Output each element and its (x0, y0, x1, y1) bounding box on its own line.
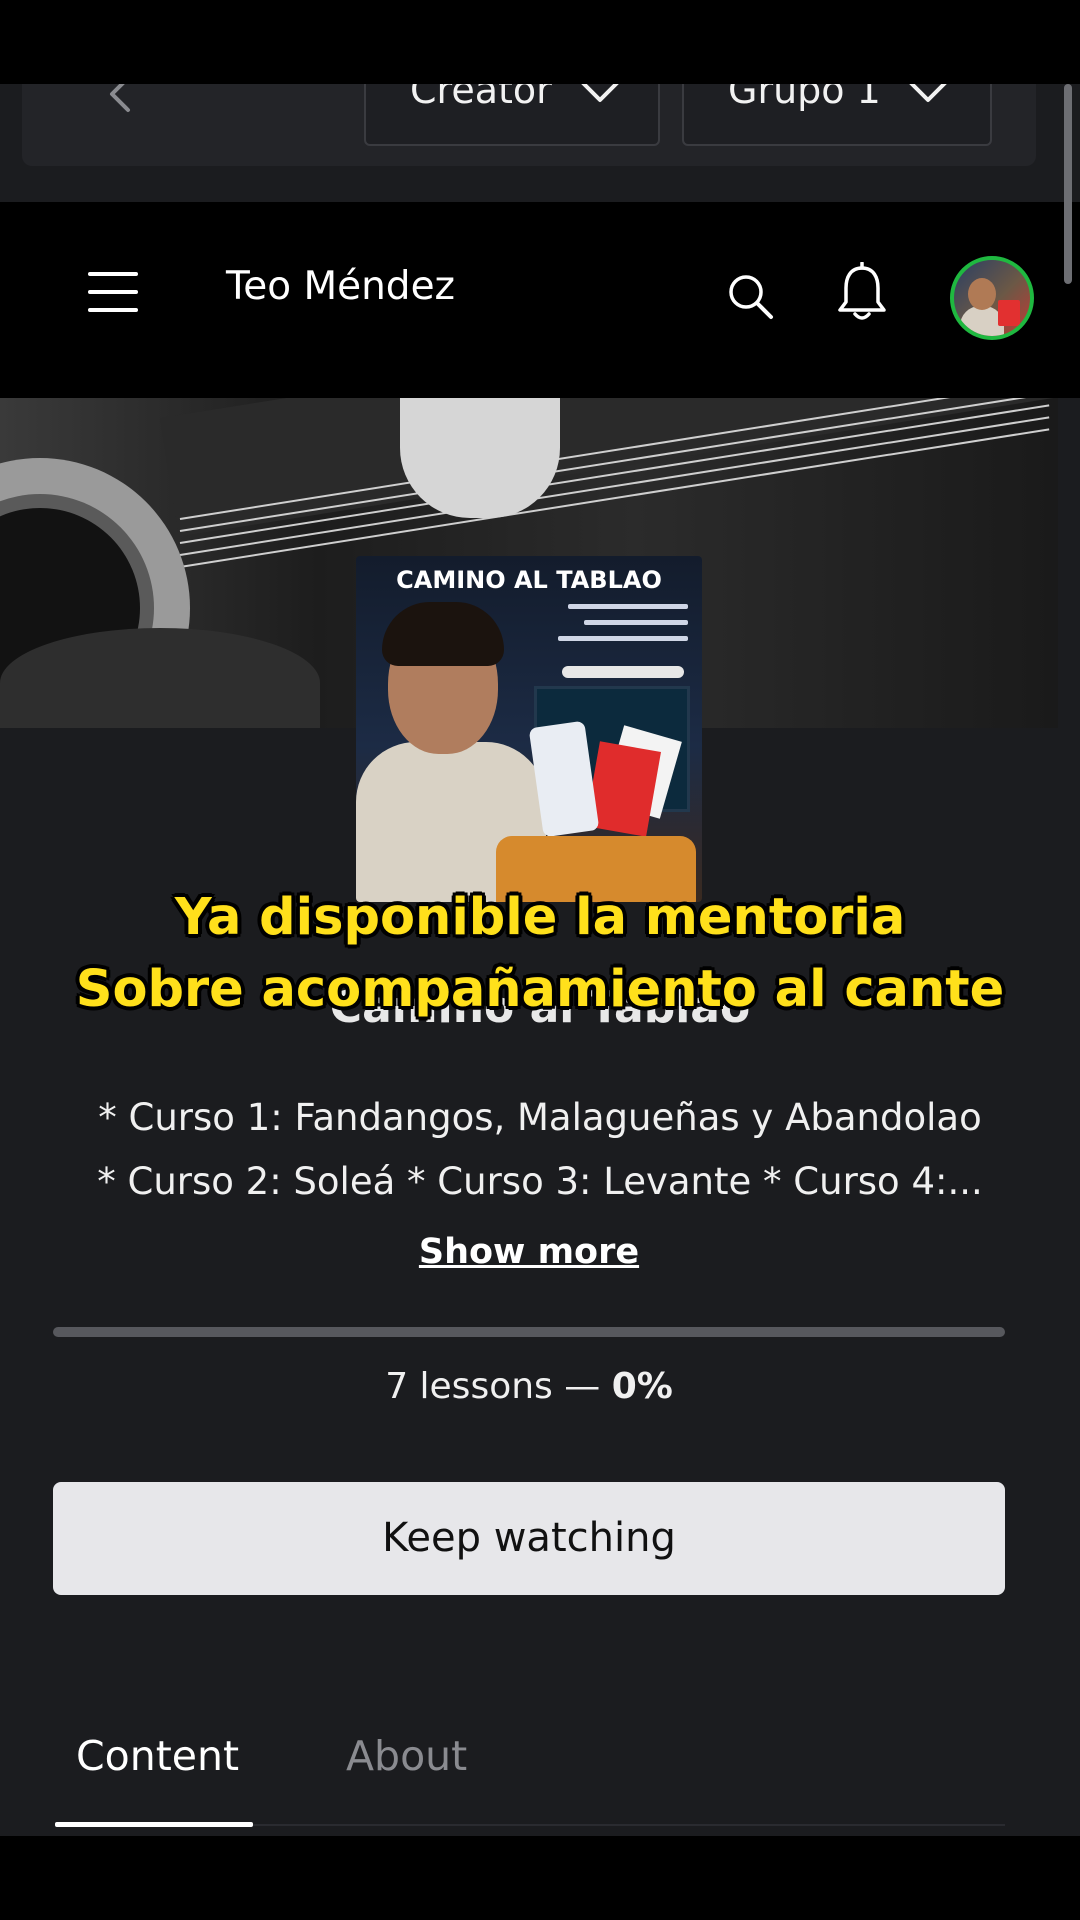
keep-watching-button[interactable]: Keep watching (53, 1482, 1005, 1595)
creator-name[interactable]: Teo Méndez (226, 264, 455, 309)
search-icon[interactable] (726, 272, 774, 320)
lessons-count: 7 lessons — (385, 1366, 612, 1407)
active-tab-indicator (55, 1822, 253, 1827)
tab-about[interactable]: About (346, 1732, 467, 1780)
tab-content[interactable]: Content (76, 1732, 239, 1780)
status-bar-area (0, 0, 1080, 84)
tab-divider (253, 1824, 1005, 1826)
course-description-line-2: * Curso 2: Soleá * Curso 3: Levante * Cu… (97, 1160, 983, 1203)
app-header (0, 202, 1080, 398)
show-more-link[interactable]: Show more (0, 1232, 1058, 1272)
caption-line-2: Sobre acompañamiento al cante (75, 960, 1005, 1019)
bottom-bar-area (0, 1836, 1080, 1920)
scrollbar[interactable] (1064, 84, 1072, 284)
course-description-line-1: * Curso 1: Fandangos, Malagueñas y Aband… (98, 1096, 982, 1139)
progress-percent: 0% (611, 1366, 673, 1407)
caption-line-1: Ya disponible la mentoria (174, 888, 906, 947)
course-cover-image: CAMINO AL TABLAO (356, 556, 702, 902)
cover-title: CAMINO AL TABLAO (396, 566, 662, 594)
progress-bar (53, 1327, 1005, 1337)
bell-icon[interactable] (834, 262, 890, 324)
lessons-progress: 7 lessons — 0% (0, 1366, 1058, 1407)
avatar[interactable] (950, 256, 1034, 340)
menu-icon[interactable] (88, 272, 138, 312)
